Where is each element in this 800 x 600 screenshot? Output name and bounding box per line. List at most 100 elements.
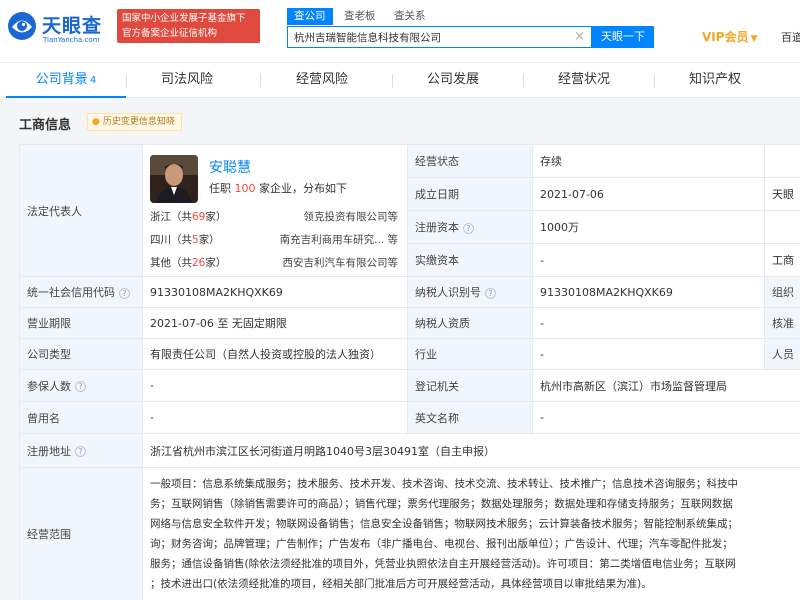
- region-unit: 家）: [205, 211, 227, 223]
- status-extra: [764, 144, 800, 178]
- address-value: 浙江省杭州市滨江区长河街道月明路1040号3层30491室（自主申报）: [142, 433, 800, 468]
- region-label: 浙江（共: [150, 211, 192, 223]
- caret-down-icon: ▼: [750, 34, 758, 44]
- tab-search-relation[interactable]: 查关系: [387, 8, 433, 25]
- search-box: ×: [287, 26, 592, 48]
- address-label-text: 注册地址: [27, 444, 71, 458]
- tab-search-company[interactable]: 查公司: [287, 8, 333, 25]
- insured-value: -: [142, 369, 408, 402]
- help-icon[interactable]: ?: [75, 446, 86, 457]
- tab-operation-risk[interactable]: 经营风险: [262, 63, 382, 98]
- region-label: 四川（共: [150, 234, 192, 246]
- credit-code-value: 91330108MA2KHQXK69: [142, 276, 408, 308]
- capital-label: 注册资本?: [407, 210, 533, 244]
- authority-label: 登记机关: [407, 369, 533, 402]
- insured-label-text: 参保人数: [27, 379, 71, 393]
- history-change-tag[interactable]: ● 历史变更信息知晓: [87, 113, 182, 131]
- authority-value: 杭州市高新区（滨江）市场监督管理局: [532, 369, 800, 402]
- region-count[interactable]: 69: [192, 211, 205, 223]
- tab-label: 经营风险: [295, 72, 348, 87]
- status-label: 经营状态: [407, 144, 533, 178]
- clear-icon[interactable]: ×: [574, 29, 585, 45]
- org-code-label: 组织: [764, 276, 800, 308]
- top-header: 天眼查 TianYancha.com 国家中小企业发展子基金旗下 官方备案企业征…: [0, 0, 800, 62]
- tenure-count[interactable]: 100: [235, 182, 256, 195]
- tab-company-background[interactable]: 公司背景 4: [6, 63, 126, 98]
- gov-badge-line-2: 官方备案企业征信机构: [122, 28, 218, 39]
- avatar[interactable]: [150, 155, 198, 203]
- business-info-table: 法定代表人 安聪慧 任职 100 家企业，分布如下 浙江（共69家） 领克投资有…: [19, 144, 800, 600]
- english-name-label: 英文名称: [407, 401, 533, 434]
- legal-rep-label: 法定代表人: [19, 144, 143, 277]
- tab-judicial-risk[interactable]: 司法风险: [127, 63, 247, 98]
- industry-value: -: [532, 338, 765, 370]
- person-photo-icon: [150, 155, 198, 203]
- tax-qualification-label: 纳税人资质: [407, 307, 533, 339]
- region-company[interactable]: 南充吉利商用车研究... 等: [280, 232, 398, 247]
- founded-label: 成立日期: [407, 177, 533, 211]
- industry-label: 行业: [407, 338, 533, 370]
- tab-label: 司法风险: [160, 72, 213, 87]
- gov-badge: 国家中小企业发展子基金旗下 官方备案企业征信机构: [117, 9, 260, 43]
- scope-line: 询；财务咨询；品牌管理；广告制作；广告发布（非广播电台、电视台、报刊出版单位）；…: [150, 538, 733, 550]
- company-type-value: 有限责任公司（自然人投资或控股的法人独资）: [142, 338, 408, 370]
- term-label: 营业期限: [19, 307, 143, 339]
- vip-menu[interactable]: VIP会员 ▼: [702, 28, 757, 45]
- header-more-link[interactable]: 百道: [781, 29, 800, 45]
- region-row: 四川（共5家） 南充吉利商用车研究... 等: [150, 232, 400, 248]
- legal-rep-name[interactable]: 安聪慧: [209, 157, 251, 177]
- tenure-prefix: 任职: [209, 182, 231, 195]
- legal-rep-cell: 安聪慧 任职 100 家企业，分布如下 浙江（共69家） 领克投资有限公司等 四…: [142, 144, 408, 277]
- tab-divider: [260, 74, 261, 88]
- term-value: 2021-07-06 至 无固定期限: [142, 307, 408, 339]
- credit-label-text: 统一社会信用代码: [27, 286, 115, 299]
- english-name-value: -: [532, 401, 800, 434]
- tab-operation-status[interactable]: 经营状况: [524, 63, 644, 98]
- region-name: 浙江（共69家）: [150, 209, 226, 224]
- paid-capital-value: -: [532, 243, 765, 277]
- credit-code-label: 统一社会信用代码?: [19, 276, 143, 308]
- search-button[interactable]: 天眼一下: [592, 26, 654, 48]
- tax-qualification-value: -: [532, 307, 765, 339]
- history-tag-label: 历史变更信息知晓: [102, 117, 175, 127]
- capital-value: 1000万: [532, 210, 765, 244]
- region-name: 四川（共5家）: [150, 232, 220, 247]
- region-row: 其他（共26家） 西安吉利汽车有限公司等: [150, 255, 400, 271]
- help-icon[interactable]: ?: [463, 222, 474, 234]
- tab-search-boss[interactable]: 查老板: [337, 8, 383, 25]
- approval-label: 核准: [764, 307, 800, 339]
- help-icon[interactable]: ?: [485, 287, 496, 299]
- region-count[interactable]: 26: [192, 257, 205, 269]
- region-name: 其他（共26家）: [150, 255, 226, 270]
- help-icon[interactable]: ?: [75, 381, 86, 392]
- staff-label: 人员: [764, 338, 800, 370]
- section-title: 工商信息: [19, 118, 72, 133]
- scope-label: 经营范围: [19, 467, 143, 600]
- tab-intellectual-property[interactable]: 知识产权: [655, 63, 775, 98]
- former-name-label: 曾用名: [19, 401, 143, 434]
- company-type-label: 公司类型: [19, 338, 143, 370]
- tab-count: 4: [89, 75, 97, 86]
- logo-eye-icon: [8, 12, 36, 40]
- taxid-label: 纳税人识别号?: [407, 276, 533, 308]
- region-company[interactable]: 领克投资有限公司等: [304, 209, 399, 224]
- paid-capital-label: 实缴资本: [407, 243, 533, 277]
- founded-value: 2021-07-06: [532, 177, 765, 211]
- address-label: 注册地址?: [19, 433, 143, 468]
- capital-label-text: 注册资本: [415, 221, 459, 234]
- capital-extra: [764, 210, 800, 244]
- region-unit: 家）: [198, 234, 220, 246]
- region-company[interactable]: 西安吉利汽车有限公司等: [283, 255, 399, 270]
- tab-company-development[interactable]: 公司发展: [393, 63, 513, 98]
- legal-rep-tenure: 任职 100 家企业，分布如下: [209, 180, 347, 196]
- site-logo[interactable]: 天眼查 TianYancha.com: [6, 8, 116, 48]
- help-icon[interactable]: ?: [119, 287, 130, 299]
- search-input[interactable]: [294, 30, 564, 44]
- tab-label: 公司背景: [35, 72, 88, 87]
- scope-line: 服务；通信设备销售(除依法须经批准的项目外，凭营业执照依法自主开展经营活动)。许…: [150, 558, 736, 570]
- region-count[interactable]: 5: [192, 234, 199, 246]
- gov-badge-line-1: 国家中小企业发展子基金旗下: [122, 13, 246, 24]
- scope-line: 网络与信息安全软件开发；物联网设备销售；信息安全设备销售；物联网技术服务；云计算…: [150, 518, 738, 530]
- scope-line: 一般项目：信息系统集成服务；技术服务、技术开发、技术咨询、技术交流、技术转让、技…: [150, 478, 738, 490]
- insured-label: 参保人数?: [19, 369, 143, 402]
